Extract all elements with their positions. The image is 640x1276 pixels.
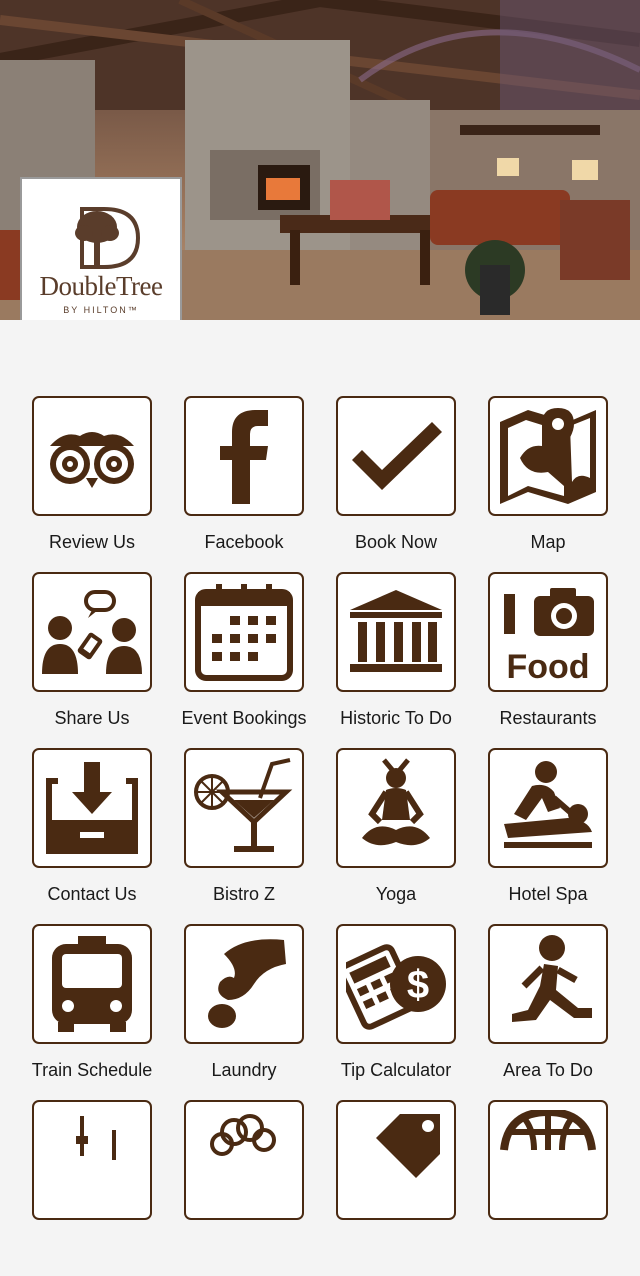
tile-box[interactable]: [32, 748, 152, 868]
tile-facebook[interactable]: Facebook: [168, 396, 320, 572]
runner-icon: [512, 935, 592, 1022]
tile-box[interactable]: [488, 924, 608, 1044]
svg-text:$: $: [407, 963, 429, 1007]
share-people-icon: [42, 590, 142, 674]
tile-tag[interactable]: [320, 1100, 472, 1276]
tile-label: Laundry: [211, 1060, 277, 1080]
cloud-icon: [210, 1114, 276, 1156]
tile-label: Restaurants: [499, 708, 597, 728]
tile-label: Book Now: [354, 532, 438, 552]
tile-label: Bistro Z: [212, 884, 275, 904]
camera-food-icon: Food: [504, 588, 594, 682]
bus-icon: [52, 936, 132, 1032]
tree-logo-icon: [75, 207, 141, 269]
tile-box[interactable]: [488, 748, 608, 868]
tile-book-now[interactable]: Book Now: [320, 396, 472, 572]
calculator-dollar-icon: $: [346, 944, 446, 1030]
tile-box[interactable]: [32, 1100, 152, 1220]
tile-area-to-do[interactable]: Area To Do: [472, 924, 624, 1100]
tile-box[interactable]: [488, 1100, 608, 1220]
tile-laundry[interactable]: Laundry: [168, 924, 320, 1100]
tile-label: Tip Calculator: [340, 1060, 452, 1080]
facebook-icon: [220, 410, 268, 504]
tile-tip-calculator[interactable]: $ Tip Calculator: [320, 924, 472, 1100]
tile-box[interactable]: [336, 748, 456, 868]
tile-box[interactable]: [32, 396, 152, 516]
tile-tower[interactable]: [16, 1100, 168, 1276]
tile-box[interactable]: [184, 748, 304, 868]
tile-box[interactable]: [336, 396, 456, 516]
tag-icon: [376, 1114, 440, 1178]
svg-text:Food: Food: [506, 648, 589, 682]
inbox-icon: [46, 762, 138, 854]
tile-globe[interactable]: [472, 1100, 624, 1276]
calendar-icon: [195, 584, 293, 681]
map-pin-icon: [500, 408, 596, 504]
tile-map[interactable]: Map: [472, 396, 624, 572]
tile-label: Contact Us: [47, 884, 137, 904]
tile-box[interactable]: [184, 924, 304, 1044]
tile-box[interactable]: [184, 1100, 304, 1220]
tile-box[interactable]: [32, 572, 152, 692]
tile-restaurants[interactable]: Food Restaurants: [472, 572, 624, 748]
yoga-icon: [362, 758, 430, 846]
tile-label: Map: [530, 532, 566, 552]
tile-box[interactable]: [488, 396, 608, 516]
tile-label: Review Us: [48, 532, 136, 552]
tile-event-bookings[interactable]: Event Bookings: [168, 572, 320, 748]
tile-box[interactable]: [184, 396, 304, 516]
tile-label: Share Us: [54, 708, 130, 728]
checkmark-icon: [352, 422, 442, 490]
doubletree-logo: DoubleTree BY HILTON™: [20, 177, 182, 320]
tower-icon: [76, 1116, 116, 1160]
tile-label: Train Schedule: [31, 1060, 153, 1080]
tile-box[interactable]: Food: [488, 572, 608, 692]
hero-photo: DoubleTree BY HILTON™: [0, 0, 640, 320]
tile-bistro-z[interactable]: Bistro Z: [168, 748, 320, 924]
tile-label: Area To Do: [503, 1060, 593, 1080]
hand-coin-icon: [208, 939, 286, 1028]
tile-label: Facebook: [204, 532, 284, 552]
tile-label: Hotel Spa: [508, 884, 588, 904]
tile-hotel-spa[interactable]: Hotel Spa: [472, 748, 624, 924]
cocktail-icon: [194, 758, 293, 852]
tile-box[interactable]: $: [336, 924, 456, 1044]
tile-label: Historic To Do: [340, 708, 452, 728]
logo-name: DoubleTree: [39, 271, 164, 301]
tile-contact-us[interactable]: Contact Us: [16, 748, 168, 924]
globe-icon: [500, 1110, 596, 1151]
museum-icon: [350, 590, 442, 672]
tile-box[interactable]: [32, 924, 152, 1044]
tile-historic-to-do[interactable]: Historic To Do: [320, 572, 472, 748]
tile-label: Event Bookings: [181, 708, 307, 728]
tile-review-us[interactable]: Review Us: [16, 396, 168, 572]
tile-box[interactable]: [336, 1100, 456, 1220]
tile-yoga[interactable]: Yoga: [320, 748, 472, 924]
tile-label: Yoga: [375, 884, 417, 904]
tile-box[interactable]: [184, 572, 304, 692]
tile-share-us[interactable]: Share Us: [16, 572, 168, 748]
tile-train-schedule[interactable]: Train Schedule: [16, 924, 168, 1100]
tile-box[interactable]: [336, 572, 456, 692]
tile-cloud[interactable]: [168, 1100, 320, 1276]
logo-subtitle: BY HILTON™: [63, 305, 139, 315]
owl-eyes-icon: [50, 432, 134, 488]
massage-icon: [504, 761, 592, 848]
